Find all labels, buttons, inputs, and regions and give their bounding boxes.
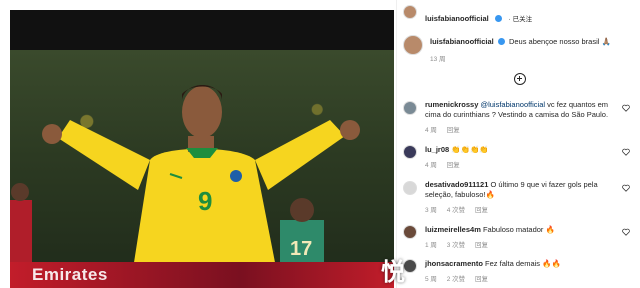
comment-item: luizmeirelles4m Fabuloso matador 🔥 1 周 3… [403,224,636,250]
commenter-avatar[interactable] [403,101,417,115]
commenter-avatar[interactable] [403,181,417,195]
comment-item: lu_jr08 👏👏👏👏 4 周 回复 [403,144,636,170]
comment-time: 4 周 [425,127,437,134]
verified-badge-icon [497,38,505,45]
comment-text: Fabuloso matador 🔥 [482,225,555,234]
comment-time: 3 周 [425,207,437,214]
comment-text: 👏👏👏👏 [451,145,489,154]
comments-panel: luisfabianoofficial · 已关注 luisfabianooff… [396,0,640,288]
heart-icon[interactable] [622,228,630,236]
caption-avatar[interactable] [403,35,423,55]
caption-time: 13 周 [430,56,446,63]
heart-icon[interactable] [622,148,630,156]
comment-likes[interactable]: 4 次赞 [447,207,465,214]
comment-item: desativado911121 O último 9 que vi fazer… [403,180,636,216]
comment-username[interactable]: rumenickrossy [425,100,478,109]
comment-mention[interactable]: @luisfabianoofficial [480,100,545,109]
commenter-avatar[interactable] [403,259,417,273]
svg-text:17: 17 [290,238,312,260]
comment-likes[interactable]: 2 次赞 [447,276,465,283]
comment-username[interactable]: luizmeirelles4m [425,225,481,234]
caption-username[interactable]: luisfabianoofficial [430,37,494,46]
stadium-banner-text: Emirates [32,265,108,284]
reply-button[interactable]: 回复 [475,242,488,249]
comment-item: jhonsacramento Fez falta demais 🔥🔥 5 周 2… [403,258,636,284]
comment-username[interactable]: desativado911121 [425,180,488,189]
comment-text: Fez falta demais 🔥🔥 [485,259,561,268]
verified-badge-icon [495,15,503,22]
comment-username[interactable]: lu_jr08 [425,145,449,154]
reply-button[interactable]: 回复 [447,162,460,169]
comment-item: rumenickrossy @luisfabianoofficial vc fe… [403,100,636,136]
follow-status[interactable]: · 已关注 [509,16,532,23]
watermark-logo: 悦 [381,259,405,286]
caption-block: luisfabianoofficial Deus abençoe nosso b… [403,34,636,64]
player-illustration: 9 17 [10,85,360,288]
heart-icon[interactable] [622,104,630,112]
comment-time: 4 周 [425,162,437,169]
svg-text:9: 9 [198,186,212,216]
comment-username[interactable]: jhonsacramento [425,259,483,268]
comment-likes[interactable]: 3 次赞 [447,242,465,249]
reply-button[interactable]: 回复 [475,207,488,214]
author-avatar[interactable] [403,5,417,19]
heart-icon[interactable] [622,184,630,192]
commenter-avatar[interactable] [403,225,417,239]
commenter-avatar[interactable] [403,145,417,159]
photo-image: 9 17 [10,50,394,288]
photo-top-letterbox [10,10,394,50]
post-header: luisfabianoofficial · 已关注 [403,4,636,23]
comment-time: 1 周 [425,242,437,249]
plus-circle-icon[interactable] [514,73,526,85]
comment-time: 5 周 [425,276,437,283]
reply-button[interactable]: 回复 [475,276,488,283]
author-username[interactable]: luisfabianoofficial [425,14,489,23]
caption-text: Deus abençoe nosso brasil 🙏🏽 [508,37,611,46]
reply-button[interactable]: 回复 [447,127,460,134]
post-photo[interactable]: 9 17 Emirates [10,10,394,288]
